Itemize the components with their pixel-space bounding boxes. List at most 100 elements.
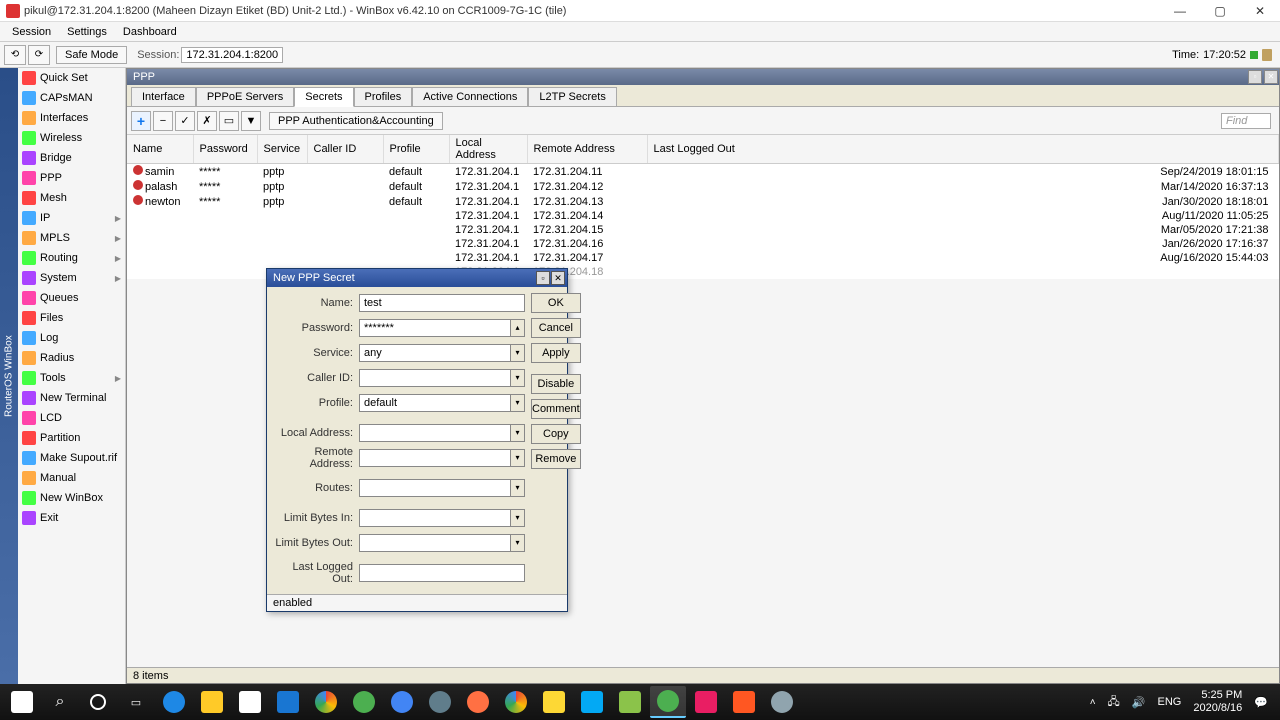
tab-l2tp-secrets[interactable]: L2TP Secrets xyxy=(528,87,616,106)
sidebar-item-mpls[interactable]: MPLS▶ xyxy=(18,228,125,248)
ok-button[interactable]: OK xyxy=(531,293,581,313)
tab-profiles[interactable]: Profiles xyxy=(354,87,413,106)
disable-button[interactable]: Disable xyxy=(531,374,581,394)
sidebar-item-make-supout.rif[interactable]: Make Supout.rif xyxy=(18,448,125,468)
sidebar-item-ppp[interactable]: PPP xyxy=(18,168,125,188)
dialog-titlebar[interactable]: New PPP Secret ▫ ✕ xyxy=(267,269,567,287)
tray-network-icon[interactable]: 🖧 xyxy=(1108,693,1120,712)
notes-icon[interactable] xyxy=(536,686,572,718)
limitout-input[interactable] xyxy=(359,534,511,552)
app-icon-7[interactable] xyxy=(726,686,762,718)
dialog-restore-button[interactable]: ▫ xyxy=(536,271,550,285)
menu-session[interactable]: Session xyxy=(4,24,59,40)
localaddr-input[interactable] xyxy=(359,424,511,442)
explorer-icon[interactable] xyxy=(194,686,230,718)
profile-input[interactable] xyxy=(359,394,511,412)
app-icon-4[interactable] xyxy=(574,686,610,718)
ppp-restore-button[interactable]: ▫ xyxy=(1248,70,1262,84)
profile-dropdown[interactable]: ▾ xyxy=(511,394,525,412)
sidebar-item-new-terminal[interactable]: New Terminal xyxy=(18,388,125,408)
ppp-close-button[interactable]: ✕ xyxy=(1264,70,1278,84)
column-header[interactable]: Service xyxy=(257,135,307,164)
add-button[interactable]: + xyxy=(131,111,151,131)
search-button[interactable]: ⌕ xyxy=(42,686,78,718)
sidebar-item-bridge[interactable]: Bridge xyxy=(18,148,125,168)
sidebar-item-capsman[interactable]: CAPsMAN xyxy=(18,88,125,108)
sidebar-item-partition[interactable]: Partition xyxy=(18,428,125,448)
column-header[interactable]: Name xyxy=(127,135,193,164)
remove-button[interactable]: Remove xyxy=(531,449,581,469)
outlook-icon[interactable] xyxy=(270,686,306,718)
chrome-icon[interactable] xyxy=(308,686,344,718)
chrome-icon-2[interactable] xyxy=(498,686,534,718)
table-row[interactable]: 172.31.204.1172.31.204.14Aug/11/2020 11:… xyxy=(127,209,1279,223)
start-button[interactable] xyxy=(4,686,40,718)
apply-button[interactable]: Apply xyxy=(531,343,581,363)
tray-lang[interactable]: ENG xyxy=(1158,696,1182,708)
table-row[interactable]: 172.31.204.1172.31.204.16Jan/26/2020 17:… xyxy=(127,237,1279,251)
callerid-dropdown[interactable]: ▾ xyxy=(511,369,525,387)
remoteaddr-dropdown[interactable]: ▾ xyxy=(511,449,525,467)
tab-interface[interactable]: Interface xyxy=(131,87,196,106)
sidebar-item-routing[interactable]: Routing▶ xyxy=(18,248,125,268)
sidebar-item-wireless[interactable]: Wireless xyxy=(18,128,125,148)
table-row[interactable]: newton*****pptpdefault172.31.204.1172.31… xyxy=(127,194,1279,209)
taskview-button[interactable]: ▭ xyxy=(118,686,154,718)
sidebar-item-tools[interactable]: Tools▶ xyxy=(18,368,125,388)
enable-button[interactable]: ✓ xyxy=(175,111,195,131)
table-row[interactable]: palash*****pptpdefault172.31.204.1172.31… xyxy=(127,179,1279,194)
menu-settings[interactable]: Settings xyxy=(59,24,115,40)
column-header[interactable]: Password xyxy=(193,135,257,164)
app-icon-1[interactable] xyxy=(346,686,382,718)
localaddr-dropdown[interactable]: ▾ xyxy=(511,424,525,442)
routes-dropdown[interactable]: ▾ xyxy=(511,479,525,497)
disable-button[interactable]: ✗ xyxy=(197,111,217,131)
redo-button[interactable]: ⟳ xyxy=(28,45,50,65)
column-header[interactable]: Profile xyxy=(383,135,449,164)
tab-secrets[interactable]: Secrets xyxy=(294,87,353,107)
column-header[interactable]: Last Logged Out xyxy=(647,135,1279,164)
table-row[interactable]: 172.31.204.1172.31.204.17Aug/16/2020 15:… xyxy=(127,251,1279,265)
service-dropdown[interactable]: ▾ xyxy=(511,344,525,362)
tray-volume-icon[interactable]: 🔊 xyxy=(1132,696,1146,709)
find-input[interactable]: Find xyxy=(1221,113,1271,129)
close-button[interactable]: ✕ xyxy=(1240,0,1280,22)
firefox-icon[interactable] xyxy=(460,686,496,718)
sidebar-item-queues[interactable]: Queues xyxy=(18,288,125,308)
minimize-button[interactable]: — xyxy=(1160,0,1200,22)
limitout-dropdown[interactable]: ▾ xyxy=(511,534,525,552)
winbox-icon[interactable] xyxy=(650,686,686,718)
app-icon-3[interactable] xyxy=(422,686,458,718)
sidebar-item-ip[interactable]: IP▶ xyxy=(18,208,125,228)
tray-notification-icon[interactable]: 💬 xyxy=(1254,696,1268,709)
filter-button[interactable]: ▼ xyxy=(241,111,261,131)
lastlogged-input[interactable] xyxy=(359,564,525,582)
tab-active-connections[interactable]: Active Connections xyxy=(412,87,528,106)
dialog-close-button[interactable]: ✕ xyxy=(551,271,565,285)
sidebar-item-files[interactable]: Files xyxy=(18,308,125,328)
table-row[interactable]: 172.31.204.1172.31.204.15Mar/05/2020 17:… xyxy=(127,223,1279,237)
ppp-titlebar[interactable]: PPP ▫ ✕ xyxy=(127,69,1279,85)
limitin-input[interactable] xyxy=(359,509,511,527)
app-icon-5[interactable] xyxy=(612,686,648,718)
column-header[interactable]: Local Address xyxy=(449,135,527,164)
sidebar-item-mesh[interactable]: Mesh xyxy=(18,188,125,208)
remove-button[interactable]: − xyxy=(153,111,173,131)
column-header[interactable]: Remote Address xyxy=(527,135,647,164)
sidebar-item-quick-set[interactable]: Quick Set xyxy=(18,68,125,88)
password-toggle[interactable]: ▴ xyxy=(511,319,525,337)
password-input[interactable] xyxy=(359,319,511,337)
app-icon-2[interactable] xyxy=(384,686,420,718)
tab-pppoe-servers[interactable]: PPPoE Servers xyxy=(196,87,294,106)
sidebar-item-manual[interactable]: Manual xyxy=(18,468,125,488)
sidebar-item-lcd[interactable]: LCD xyxy=(18,408,125,428)
comment-button[interactable]: Comment xyxy=(531,399,581,419)
menu-dashboard[interactable]: Dashboard xyxy=(115,24,185,40)
limitin-dropdown[interactable]: ▾ xyxy=(511,509,525,527)
app-icon-6[interactable] xyxy=(688,686,724,718)
sidebar-item-radius[interactable]: Radius xyxy=(18,348,125,368)
tray-chevron-icon[interactable]: ˄ xyxy=(1090,697,1096,708)
callerid-input[interactable] xyxy=(359,369,511,387)
sidebar-item-system[interactable]: System▶ xyxy=(18,268,125,288)
table-row[interactable]: samin*****pptpdefault172.31.204.1172.31.… xyxy=(127,164,1279,180)
